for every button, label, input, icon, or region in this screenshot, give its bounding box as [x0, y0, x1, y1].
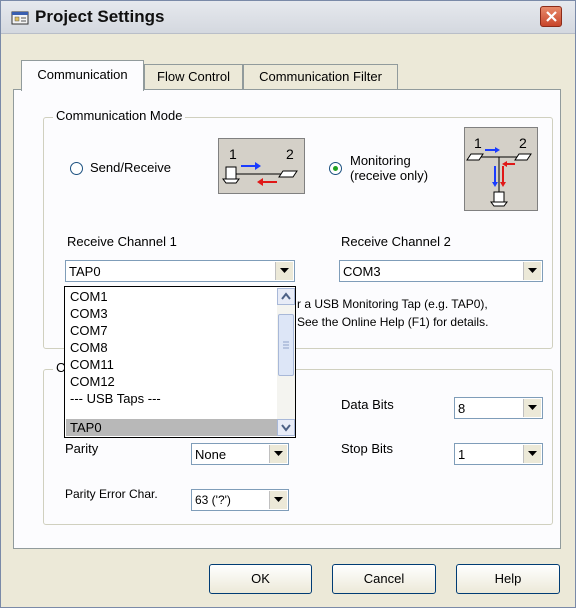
- title-bar[interactable]: Project Settings: [1, 1, 575, 34]
- list-item-com3[interactable]: COM3: [70, 306, 108, 323]
- chevron-down-icon: [528, 268, 537, 273]
- monitoring-sublabel[interactable]: (receive only): [350, 168, 428, 183]
- receive-channel-1-dropdown-button[interactable]: [275, 262, 293, 280]
- stop-bits-combo[interactable]: 1: [454, 443, 543, 465]
- send-receive-diagram-icon: 1 2: [222, 146, 298, 186]
- monitoring-radio[interactable]: [329, 162, 342, 175]
- data-bits-combo[interactable]: 8: [454, 397, 543, 419]
- chevron-down-icon: [528, 451, 537, 456]
- chevron-down-icon: [280, 268, 289, 273]
- svg-text:2: 2: [519, 135, 527, 151]
- parity-error-char-value: 63 ('?'): [195, 493, 231, 507]
- send-receive-diagram: 1 2: [218, 138, 305, 194]
- project-settings-window: Project Settings Communication Flow Cont…: [0, 0, 576, 608]
- stop-bits-label: Stop Bits: [341, 441, 394, 456]
- list-item-com7[interactable]: COM7: [70, 323, 108, 340]
- list-item-com11[interactable]: COM11: [70, 357, 114, 374]
- close-button[interactable]: [540, 6, 562, 27]
- list-item-usb-taps-separator: --- USB Taps ---: [70, 391, 161, 406]
- data-bits-dropdown-button[interactable]: [523, 399, 541, 417]
- monitoring-label[interactable]: Monitoring: [350, 153, 411, 168]
- send-receive-label[interactable]: Send/Receive: [90, 160, 171, 175]
- chevron-down-icon: [528, 405, 537, 410]
- list-item-com1[interactable]: COM1: [70, 289, 108, 306]
- window-title: Project Settings: [35, 7, 165, 26]
- scroll-up-button[interactable]: [277, 288, 295, 305]
- stop-bits-dropdown-button[interactable]: [523, 445, 541, 463]
- monitoring-diagram-icon: 1 2: [466, 135, 532, 207]
- list-item-com8[interactable]: COM8: [70, 340, 108, 357]
- hint-line-2: See the Online Help (F1) for details.: [297, 315, 489, 329]
- close-icon: [546, 11, 557, 22]
- grip-icon: [283, 341, 289, 349]
- tab-communication-filter[interactable]: Communication Filter: [243, 64, 398, 90]
- chevron-down-icon: [274, 451, 283, 456]
- svg-text:1: 1: [474, 135, 482, 151]
- hint-line-1: r a USB Monitoring Tap (e.g. TAP0),: [297, 297, 488, 311]
- receive-channel-2-dropdown-button[interactable]: [523, 262, 541, 280]
- parity-error-char-combo[interactable]: 63 ('?'): [191, 489, 289, 511]
- cancel-button[interactable]: Cancel: [332, 564, 436, 594]
- receive-channel-2-label: Receive Channel 2: [341, 234, 451, 249]
- svg-text:1: 1: [229, 146, 237, 162]
- list-item-com12[interactable]: COM12: [70, 374, 115, 391]
- chevron-up-icon: [281, 292, 291, 300]
- send-receive-radio[interactable]: [70, 162, 83, 175]
- help-button[interactable]: Help: [456, 564, 560, 594]
- parity-dropdown-button[interactable]: [269, 445, 287, 463]
- communication-mode-legend: Communication Mode: [53, 108, 186, 123]
- parity-combo[interactable]: None: [191, 443, 289, 465]
- ok-button[interactable]: OK: [209, 564, 312, 594]
- scroll-thumb[interactable]: [278, 314, 294, 376]
- receive-channel-1-label: Receive Channel 1: [67, 234, 177, 249]
- radio-selected-dot: [333, 166, 338, 171]
- chevron-down-icon: [281, 424, 291, 432]
- tab-communication[interactable]: Communication: [21, 60, 144, 91]
- settings-app-icon: [11, 11, 29, 25]
- data-bits-label: Data Bits: [341, 397, 394, 412]
- parity-label: Parity: [65, 441, 99, 456]
- chevron-down-icon: [274, 497, 283, 502]
- monitoring-diagram: 1 2: [464, 127, 538, 211]
- tab-flow-control[interactable]: Flow Control: [144, 64, 243, 90]
- data-bits-value: 8: [458, 401, 466, 416]
- parity-value: None: [195, 447, 227, 462]
- receive-channel-2-value: COM3: [343, 264, 381, 279]
- receive-channel-1-combo[interactable]: TAP0: [65, 260, 295, 282]
- parity-error-char-label: Parity Error Char.: [65, 487, 158, 501]
- list-item-tap0[interactable]: TAP0: [70, 420, 102, 437]
- dropdown-scrollbar[interactable]: [277, 288, 295, 436]
- svg-text:2: 2: [286, 146, 294, 162]
- stop-bits-value: 1: [458, 447, 466, 462]
- receive-channel-2-combo[interactable]: COM3: [339, 260, 543, 282]
- scroll-down-button[interactable]: [277, 419, 295, 436]
- receive-channel-1-value: TAP0: [69, 264, 101, 279]
- parity-error-char-dropdown-button[interactable]: [269, 491, 287, 509]
- receive-channel-1-dropdown-list: COM1 COM3 COM7 COM8 COM11 COM12 --- USB …: [64, 286, 296, 438]
